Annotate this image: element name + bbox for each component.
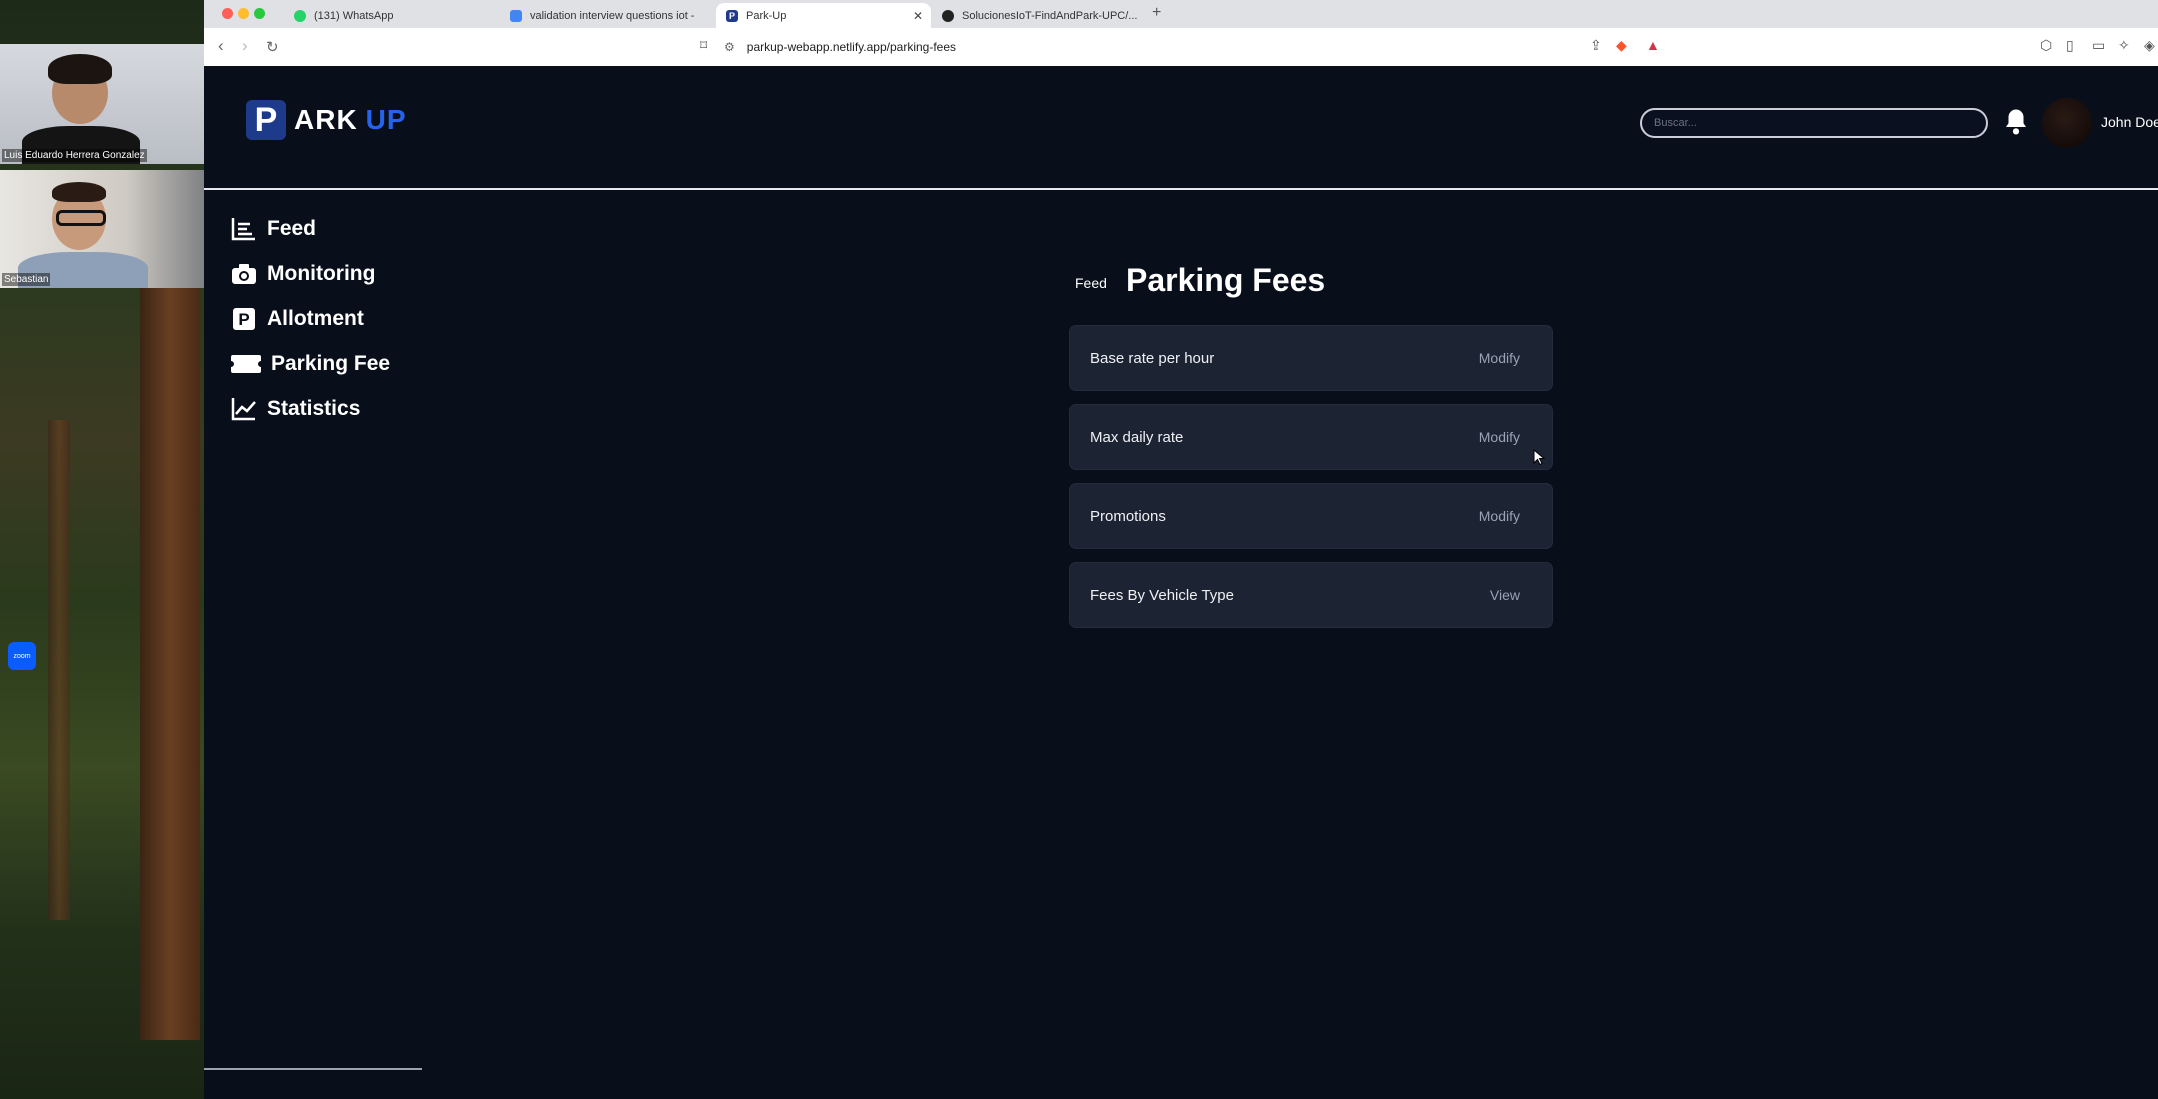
- sidebar-divider: [204, 1068, 422, 1070]
- svg-text:P: P: [238, 310, 249, 329]
- sidebar-item-label: Statistics: [267, 396, 361, 420]
- app-header: P ARK UP John Doe: [204, 66, 2158, 190]
- address-bar[interactable]: ⚙ parkup-webapp.netlify.app/parking-fees: [724, 34, 1594, 60]
- chart-icon: [229, 395, 259, 423]
- sidebar-item-label: Feed: [267, 216, 317, 240]
- view-button[interactable]: View: [1490, 587, 1520, 603]
- sidebar-icon[interactable]: ▯: [2066, 37, 2074, 54]
- share-icon[interactable]: ⇪: [1590, 37, 1602, 54]
- fee-label: Fees By Vehicle Type: [1090, 586, 1234, 604]
- search-input[interactable]: [1640, 108, 1988, 138]
- sidebar-item-allotment[interactable]: P Allotment: [229, 296, 390, 341]
- sidebar-item-monitoring[interactable]: Monitoring: [229, 251, 390, 296]
- modify-button[interactable]: Modify: [1479, 508, 1520, 524]
- zoom-app-icon[interactable]: zoom: [8, 642, 36, 670]
- logo-text: ARK: [294, 104, 358, 135]
- browser-toolbar: ‹ › ↻ ⌑ ⚙ parkup-webapp.netlify.app/park…: [204, 28, 2158, 67]
- background-tree: [48, 420, 70, 920]
- zoom-video-panel: Luis Eduardo Herrera Gonzalez Sebastian …: [0, 0, 204, 1099]
- modify-button[interactable]: Modify: [1479, 350, 1520, 366]
- sidebar-nav: Feed Monitoring P Allotment Parking Fee: [229, 206, 390, 431]
- google-docs-icon: [510, 9, 522, 22]
- background-tree: [140, 280, 200, 1040]
- fee-card-max-daily-rate: Max daily rate Modify: [1070, 405, 1552, 469]
- minimize-window-button[interactable]: [238, 8, 249, 19]
- close-tab-icon[interactable]: ✕: [913, 9, 923, 23]
- tab-github[interactable]: SolucionesIoT-FindAndPark-UPC/...: [932, 3, 1147, 28]
- tab-label: validation interview questions iot -: [530, 9, 695, 22]
- ticket-icon: [229, 350, 263, 378]
- bell-icon[interactable]: [2001, 106, 2031, 138]
- participant-tile[interactable]: Luis Eduardo Herrera Gonzalez: [0, 44, 204, 164]
- parkup-favicon: P: [726, 9, 738, 22]
- parkup-logo[interactable]: P ARK UP: [246, 100, 407, 140]
- url-text: parkup-webapp.netlify.app/parking-fees: [746, 40, 957, 54]
- whatsapp-icon: [294, 9, 306, 22]
- site-settings-icon[interactable]: ⚙: [724, 40, 735, 54]
- participant-name: Sebastian: [2, 273, 51, 286]
- vpn-icon[interactable]: ◈: [2144, 37, 2155, 54]
- browser-window: (131) WhatsApp validation interview ques…: [204, 0, 2158, 1099]
- parkup-app: P ARK UP John Doe Feed: [204, 66, 2158, 1099]
- reload-icon[interactable]: ↻: [266, 38, 279, 56]
- brave-shield-icon[interactable]: ◆: [1616, 37, 1627, 54]
- page-title: Parking Fees: [1126, 262, 1326, 298]
- sidebar-item-statistics[interactable]: Statistics: [229, 386, 390, 431]
- wallet-icon[interactable]: ▭: [2092, 37, 2105, 54]
- tab-label: Park-Up: [746, 9, 787, 22]
- sidebar-item-feed[interactable]: Feed: [229, 206, 390, 251]
- mouse-cursor-icon: [1533, 449, 1545, 465]
- sidebar-item-label: Parking Fee: [271, 351, 391, 375]
- tab-label: SolucionesIoT-FindAndPark-UPC/...: [962, 9, 1138, 22]
- feed-icon: [229, 215, 259, 243]
- fee-label: Base rate per hour: [1090, 349, 1215, 367]
- close-window-button[interactable]: [222, 8, 233, 19]
- participant-name: Luis Eduardo Herrera Gonzalez: [2, 149, 147, 162]
- participant-tile[interactable]: Sebastian: [0, 170, 204, 288]
- sidebar-item-label: Monitoring: [267, 261, 376, 285]
- tab-whatsapp[interactable]: (131) WhatsApp: [284, 3, 499, 28]
- camera-icon: [229, 260, 259, 288]
- fee-card-promotions: Promotions Modify: [1070, 484, 1552, 548]
- brave-rewards-icon[interactable]: ▲: [1646, 37, 1660, 53]
- tab-google-doc[interactable]: validation interview questions iot -: [500, 3, 715, 28]
- back-icon[interactable]: ‹: [218, 36, 224, 56]
- sidebar-item-parking-fee[interactable]: Parking Fee: [229, 341, 390, 386]
- breadcrumb[interactable]: Feed: [1075, 275, 1107, 291]
- maximize-window-button[interactable]: [254, 8, 265, 19]
- fee-label: Max daily rate: [1090, 428, 1184, 446]
- tab-park-up[interactable]: P Park-Up ✕: [716, 3, 931, 28]
- fee-label: Promotions: [1090, 507, 1166, 525]
- sidebar-item-label: Allotment: [267, 306, 364, 330]
- fee-card-base-rate: Base rate per hour Modify: [1070, 326, 1552, 390]
- tab-bar: (131) WhatsApp validation interview ques…: [204, 0, 2158, 28]
- extensions-icon[interactable]: ⬡: [2040, 37, 2052, 54]
- logo-mark: P: [246, 100, 286, 140]
- user-name[interactable]: John Doe: [2101, 114, 2158, 130]
- logo-text-accent: UP: [365, 104, 407, 135]
- new-tab-button[interactable]: +: [1152, 4, 1161, 22]
- parking-icon: P: [229, 305, 259, 333]
- leo-icon[interactable]: ✧: [2118, 37, 2130, 54]
- fee-card-vehicle-type: Fees By Vehicle Type View: [1070, 563, 1552, 627]
- avatar[interactable]: [2042, 98, 2092, 148]
- modify-button[interactable]: Modify: [1479, 429, 1520, 445]
- github-icon: [942, 9, 954, 22]
- forward-icon[interactable]: ›: [242, 36, 248, 56]
- bookmark-icon[interactable]: ⌑: [700, 37, 707, 54]
- tab-label: (131) WhatsApp: [314, 9, 394, 22]
